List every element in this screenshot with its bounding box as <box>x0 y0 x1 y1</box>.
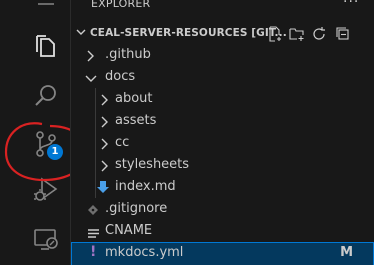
yaml-file-icon: ! <box>90 244 97 260</box>
chevron-right-icon <box>99 116 109 132</box>
tree-item-label: assets <box>115 113 157 128</box>
gitignore-file-icon <box>88 204 98 218</box>
tree-item-cc[interactable]: cc <box>71 133 374 155</box>
source-control-badge: 1 <box>47 144 63 160</box>
tree-item-stylesheets[interactable]: stylesheets <box>71 155 374 177</box>
workspace-root-label: CEAL-SERVER-RESOURCES [GIT... <box>90 27 287 39</box>
tree-item-cname[interactable]: CNAME <box>71 221 374 243</box>
explorer-title: EXPLORER <box>91 0 151 10</box>
tree-item-label: docs <box>105 69 136 84</box>
tree-item-assets[interactable]: assets <box>71 111 374 133</box>
chevron-right-icon <box>99 94 109 110</box>
explorer-panel: EXPLORER ··· CEAL-SERVER-RESOURCES [GIT.… <box>70 0 374 265</box>
tree-item-label: index.md <box>115 179 176 194</box>
chevron-right-icon <box>99 160 109 176</box>
workspace-root[interactable]: CEAL-SERVER-RESOURCES [GIT... <box>71 24 374 44</box>
chevron-down-icon <box>85 73 97 88</box>
chevron-down-icon <box>76 27 86 40</box>
new-folder-icon[interactable] <box>289 26 305 45</box>
tree-item-label: stylesheets <box>115 157 190 172</box>
collapse-all-icon[interactable] <box>335 26 351 45</box>
explorer-icon[interactable] <box>30 30 62 62</box>
tree-item-label: about <box>115 91 153 106</box>
run-debug-icon[interactable] <box>30 174 62 206</box>
tree-item-label: .gitignore <box>105 201 168 216</box>
tree-item-index-md[interactable]: index.md <box>71 177 374 199</box>
tree-item-label: cc <box>115 135 130 150</box>
menu-icon[interactable] <box>36 0 56 12</box>
tree-item-about[interactable]: about <box>71 89 374 111</box>
tree-item-gitignore[interactable]: .gitignore <box>71 199 374 221</box>
tree-item-label: CNAME <box>105 223 153 238</box>
tree-item-docs[interactable]: docs <box>71 67 374 89</box>
tree-item-label: .github <box>105 47 151 62</box>
modified-status: M <box>340 245 353 260</box>
tree-item-mkdocs-yml[interactable]: ! mkdocs.yml M <box>71 242 374 265</box>
new-file-icon[interactable] <box>267 26 283 45</box>
tree-item-label: mkdocs.yml <box>105 245 184 260</box>
search-icon[interactable] <box>30 80 62 112</box>
text-file-icon <box>88 227 99 241</box>
tree-item-github[interactable]: .github <box>71 45 374 67</box>
refresh-icon[interactable] <box>311 26 327 45</box>
chevron-right-icon <box>85 50 95 66</box>
more-actions-icon[interactable]: ··· <box>343 0 359 10</box>
markdown-file-icon <box>97 180 109 197</box>
activity-bar: 1 <box>0 0 90 265</box>
remote-explorer-icon[interactable] <box>30 224 62 256</box>
chevron-right-icon <box>99 138 109 154</box>
